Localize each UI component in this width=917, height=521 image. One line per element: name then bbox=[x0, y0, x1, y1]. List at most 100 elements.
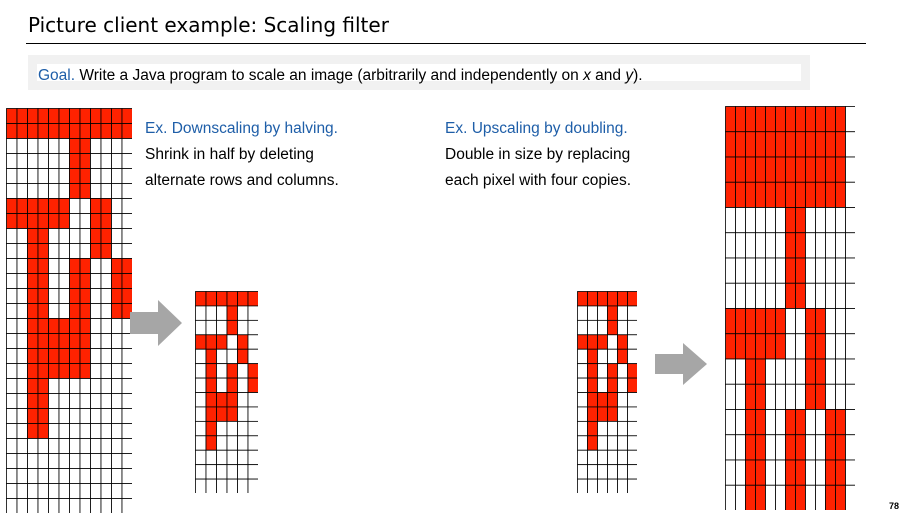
pixel-white bbox=[247, 348, 258, 365]
pixel-red bbox=[79, 318, 91, 334]
pixel-red bbox=[785, 409, 796, 436]
pixel-red bbox=[815, 333, 826, 360]
pixel-white bbox=[597, 377, 608, 393]
pixel-white bbox=[58, 258, 70, 274]
pixel-red bbox=[745, 181, 756, 208]
upscale-heading: Ex. Upscaling by doubling. bbox=[445, 120, 628, 137]
pixel-white bbox=[6, 228, 18, 244]
pixel-red bbox=[795, 106, 806, 133]
downscale-line-1: Shrink in half by deleting bbox=[145, 146, 314, 163]
pixel-white bbox=[725, 257, 736, 284]
pixel-white bbox=[765, 232, 776, 259]
pixel-red bbox=[111, 273, 123, 289]
pixel-white bbox=[735, 434, 746, 461]
pixel-white bbox=[607, 435, 618, 451]
pixel-red bbox=[37, 228, 49, 244]
pixel-white bbox=[100, 348, 112, 364]
pixel-red bbox=[205, 377, 217, 393]
pixel-white bbox=[90, 318, 102, 334]
pixel-white bbox=[195, 449, 207, 466]
pixel-white bbox=[37, 138, 49, 154]
pixel-white bbox=[121, 183, 132, 199]
pixel-white bbox=[597, 478, 608, 493]
goal-var-y: y bbox=[625, 67, 634, 84]
goal-label: Goal. bbox=[38, 67, 76, 84]
pixel-white bbox=[825, 383, 836, 410]
pixel-white bbox=[607, 478, 618, 493]
pixel-white bbox=[577, 319, 588, 336]
pixel-white bbox=[825, 333, 836, 360]
pixel-white bbox=[6, 423, 18, 439]
pixel-white bbox=[100, 273, 112, 289]
pixel-red bbox=[100, 123, 112, 139]
pixel-white bbox=[755, 232, 766, 259]
pixel-red bbox=[37, 303, 49, 319]
pixel-red bbox=[725, 308, 736, 335]
pixel-white bbox=[16, 483, 28, 499]
pixel-red bbox=[37, 288, 49, 304]
pixel-red bbox=[48, 333, 60, 349]
pixel-white bbox=[6, 498, 18, 513]
pixel-white bbox=[48, 288, 60, 304]
pixel-red bbox=[121, 108, 132, 124]
pixel-red bbox=[805, 131, 816, 158]
pixel-white bbox=[845, 409, 855, 436]
pixel-white bbox=[745, 207, 756, 234]
pixel-white bbox=[6, 243, 18, 259]
pixel-red bbox=[37, 273, 49, 289]
pixel-red bbox=[58, 108, 70, 124]
pixel-red bbox=[37, 123, 49, 139]
pixel-red bbox=[755, 459, 766, 486]
pixel-red bbox=[69, 153, 81, 169]
pixel-white bbox=[597, 435, 608, 451]
pixel-white bbox=[111, 363, 123, 379]
pixel-white bbox=[627, 435, 637, 451]
pixel-white bbox=[617, 449, 628, 466]
upscaled-image-grid bbox=[725, 106, 855, 510]
pixel-red bbox=[815, 308, 826, 335]
pixel-white bbox=[845, 131, 855, 158]
pixel-white bbox=[16, 183, 28, 199]
pixel-red bbox=[27, 393, 39, 409]
pixel-white bbox=[226, 435, 238, 451]
pixel-white bbox=[58, 468, 70, 484]
pixel-white bbox=[825, 358, 836, 385]
pixel-red bbox=[805, 156, 816, 183]
pixel-white bbox=[90, 423, 102, 439]
pixel-red bbox=[795, 434, 806, 461]
pixel-red bbox=[805, 181, 816, 208]
pixel-red bbox=[825, 484, 836, 510]
pixel-red bbox=[725, 333, 736, 360]
pixel-white bbox=[205, 478, 217, 493]
pixel-white bbox=[90, 483, 102, 499]
pixel-red bbox=[785, 282, 796, 309]
pixel-red bbox=[587, 291, 598, 307]
pixel-white bbox=[577, 348, 588, 365]
pixel-white bbox=[27, 138, 39, 154]
pixel-white bbox=[587, 478, 598, 493]
pixel-red bbox=[597, 406, 608, 422]
pixel-red bbox=[795, 156, 806, 183]
pixel-red bbox=[735, 106, 746, 133]
pixel-red bbox=[825, 131, 836, 158]
pixel-white bbox=[27, 153, 39, 169]
pixel-white bbox=[58, 153, 70, 169]
pixel-white bbox=[121, 363, 132, 379]
pixel-white bbox=[100, 393, 112, 409]
pixel-red bbox=[226, 392, 238, 408]
pixel-red bbox=[587, 420, 598, 437]
pixel-red bbox=[795, 459, 806, 486]
pixel-red bbox=[745, 484, 756, 510]
pixel-white bbox=[195, 392, 207, 408]
pixel-white bbox=[16, 468, 28, 484]
pixel-white bbox=[69, 498, 81, 513]
pixel-white bbox=[805, 409, 816, 436]
pixel-white bbox=[845, 383, 855, 410]
pixel-white bbox=[69, 408, 81, 424]
pixel-red bbox=[765, 308, 776, 335]
pixel-red bbox=[58, 318, 70, 334]
pixel-white bbox=[237, 363, 249, 379]
pixel-red bbox=[795, 409, 806, 436]
pixel-red bbox=[205, 420, 217, 437]
pixel-red bbox=[216, 406, 228, 422]
